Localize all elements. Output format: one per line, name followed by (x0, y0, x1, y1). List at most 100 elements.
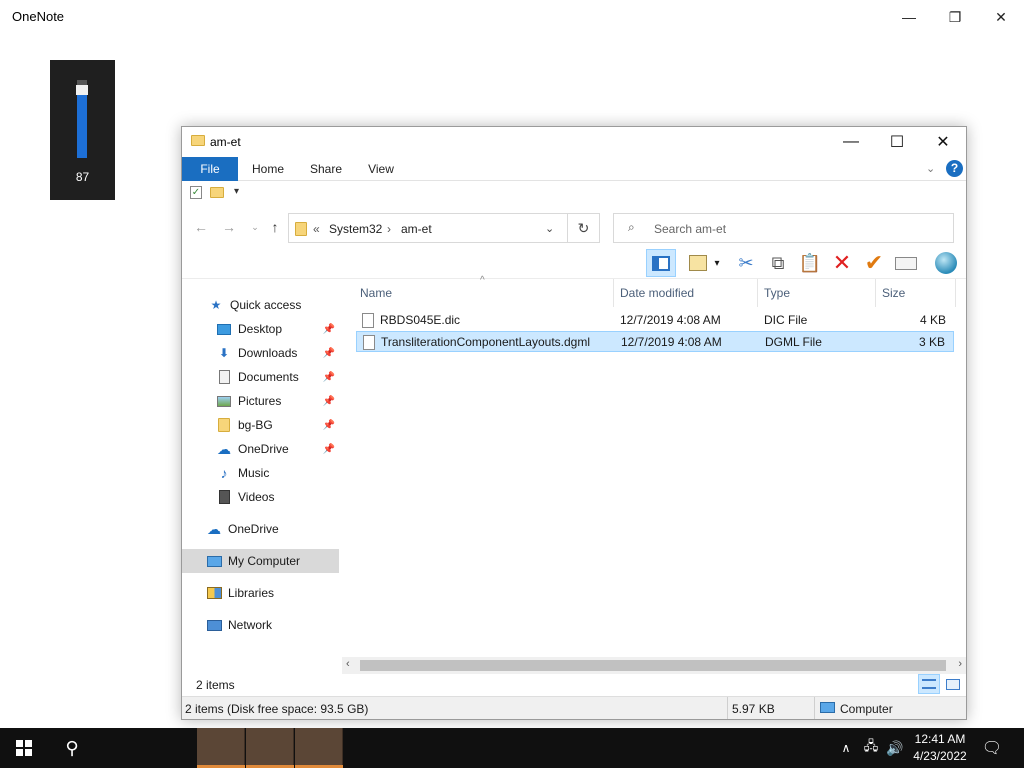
properties-card-icon[interactable] (684, 249, 712, 277)
scrollbar-thumb[interactable] (360, 660, 946, 671)
search-icon[interactable]: ⚲ (48, 728, 96, 768)
nav-libraries[interactable]: Libraries (182, 581, 339, 605)
nav-downloads[interactable]: ⬇ Downloads 📌 (182, 341, 339, 365)
window-close-button[interactable]: ✕ (920, 127, 966, 157)
back-arrow-icon[interactable]: ← (190, 216, 212, 238)
desktop-icon (216, 322, 232, 336)
recent-chevron-icon[interactable]: ⌄ (244, 216, 266, 238)
taskbar: ⚲ ∧ 🖧 🔊 12:41 AM 4/23/2022 🗨 (0, 728, 1024, 768)
properties-icon[interactable]: ✓ (190, 186, 202, 199)
cloud-icon: ☁ (217, 440, 231, 457)
tray-chevron-icon[interactable]: ∧ (836, 728, 856, 768)
pin-icon[interactable]: 📌 (323, 348, 335, 359)
paste-clipboard-icon[interactable]: 📋 (796, 249, 824, 277)
details-size: 5.97 KB (732, 702, 775, 716)
file-row-selected[interactable]: TransliterationComponentLayouts.dgml 12/… (356, 331, 954, 352)
window-maximize-button[interactable]: ☐ (874, 127, 920, 157)
breadcrumb-separator-icon[interactable]: › (387, 222, 391, 236)
globe-icon[interactable] (932, 249, 960, 277)
nav-pictures[interactable]: Pictures 📌 (182, 389, 339, 413)
nav-onedrive[interactable]: ☁ OneDrive (182, 517, 339, 541)
tab-share[interactable]: Share (302, 157, 350, 181)
nav-network[interactable]: Network (182, 613, 339, 637)
windows-logo-icon (16, 740, 32, 756)
column-name[interactable]: Name (354, 279, 614, 307)
pin-icon[interactable]: 📌 (323, 372, 335, 383)
file-size: 4 KB (919, 313, 946, 327)
taskbar-app-1[interactable] (197, 728, 245, 768)
restore-button[interactable]: ❐ (932, 4, 978, 30)
tab-view[interactable]: View (360, 157, 402, 181)
volume-icon[interactable]: 🔊 (884, 728, 906, 768)
scroll-right-icon[interactable]: › (958, 658, 962, 670)
minimize-button[interactable]: — (886, 4, 932, 30)
tab-file[interactable]: File (182, 157, 238, 181)
address-dropdown-icon[interactable]: ⌄ (545, 222, 554, 235)
nav-label: Videos (238, 490, 275, 504)
computer-icon (206, 554, 222, 568)
column-date-modified[interactable]: Date modified (614, 279, 758, 307)
pin-icon[interactable]: 📌 (323, 324, 335, 335)
start-button[interactable] (0, 728, 48, 768)
forward-arrow-icon[interactable]: → (218, 216, 240, 238)
search-box[interactable]: ⌕ Search am-et (613, 213, 954, 243)
nav-documents[interactable]: Documents 📌 (182, 365, 339, 389)
file-row[interactable]: RBDS045E.dic 12/7/2019 4:08 AM DIC File … (356, 310, 954, 331)
volume-level: 87 (75, 170, 90, 184)
breadcrumb-overflow[interactable]: « (313, 222, 320, 236)
breadcrumb-system32[interactable]: System32 (329, 222, 382, 236)
quick-access-toolbar: ✓ ▾ (182, 182, 966, 208)
cut-scissors-icon[interactable]: ✂ (732, 249, 760, 277)
address-row: ← → ⌄ ↑ « System32 › am-et ⌄ ↻ ⌕ Search … (182, 209, 966, 243)
new-folder-icon[interactable] (210, 187, 224, 198)
title-bar[interactable]: am-et — ☐ ✕ (182, 127, 966, 157)
details-view-icon[interactable] (918, 674, 940, 694)
nav-music[interactable]: ♪ Music (182, 461, 339, 485)
rename-icon[interactable] (892, 249, 920, 277)
window-minimize-button[interactable]: — (828, 127, 874, 157)
view-dropdown-icon[interactable]: ▾ (710, 249, 724, 277)
tab-home[interactable]: Home (244, 157, 292, 181)
network-icon (206, 618, 222, 632)
pin-icon[interactable]: 📌 (323, 420, 335, 431)
nav-videos[interactable]: Videos (182, 485, 339, 509)
computer-icon (820, 702, 835, 713)
cloud-icon: ☁ (207, 520, 221, 537)
large-icons-view-icon[interactable] (942, 674, 964, 694)
checkmark-icon[interactable]: ✔ (860, 249, 888, 277)
volume-thumb[interactable] (76, 85, 88, 95)
clock-time: 12:41 AM (914, 732, 966, 746)
folder-icon (216, 418, 232, 432)
breadcrumb-am-et[interactable]: am-et (401, 222, 432, 236)
nav-onedrive-pinned[interactable]: ☁ OneDrive 📌 (182, 437, 339, 461)
nav-label: My Computer (228, 554, 301, 568)
taskbar-app-2[interactable] (246, 728, 294, 768)
up-arrow-icon[interactable]: ↑ (264, 216, 286, 238)
column-size[interactable]: Size (876, 279, 956, 307)
file-date: 12/7/2019 4:08 AM (621, 335, 722, 349)
delete-x-icon[interactable]: ✕ (828, 249, 856, 277)
copy-icon[interactable]: ⧉ (764, 249, 792, 277)
volume-slider[interactable] (76, 80, 88, 158)
layout-pane-icon[interactable] (646, 249, 676, 277)
pin-icon[interactable]: 📌 (323, 444, 335, 455)
customize-qat-icon[interactable]: ▾ (234, 186, 239, 197)
file-size: 3 KB (918, 335, 945, 349)
nav-bg-bg[interactable]: bg-BG 📌 (182, 413, 339, 437)
action-center-icon[interactable]: 🗨 (978, 728, 1006, 768)
horizontal-scrollbar[interactable]: ‹ › (342, 657, 966, 674)
nav-desktop[interactable]: Desktop 📌 (182, 317, 339, 341)
nav-my-computer[interactable]: My Computer (182, 549, 339, 573)
system-clock[interactable]: 12:41 AM 4/23/2022 (908, 731, 972, 765)
refresh-icon[interactable]: ↻ (568, 213, 600, 243)
nav-quick-access[interactable]: ★ Quick access (182, 293, 339, 317)
network-tray-icon[interactable]: 🖧 (860, 728, 882, 768)
scroll-left-icon[interactable]: ‹ (346, 658, 350, 670)
pin-icon[interactable]: 📌 (323, 396, 335, 407)
ribbon-expand-icon[interactable]: ⌄ (926, 162, 935, 175)
column-type[interactable]: Type (758, 279, 876, 307)
help-icon[interactable]: ? (946, 160, 963, 177)
close-button[interactable]: ✕ (978, 4, 1024, 30)
address-bar[interactable]: « System32 › am-et ⌄ (288, 213, 568, 243)
taskbar-app-3[interactable] (295, 728, 343, 768)
